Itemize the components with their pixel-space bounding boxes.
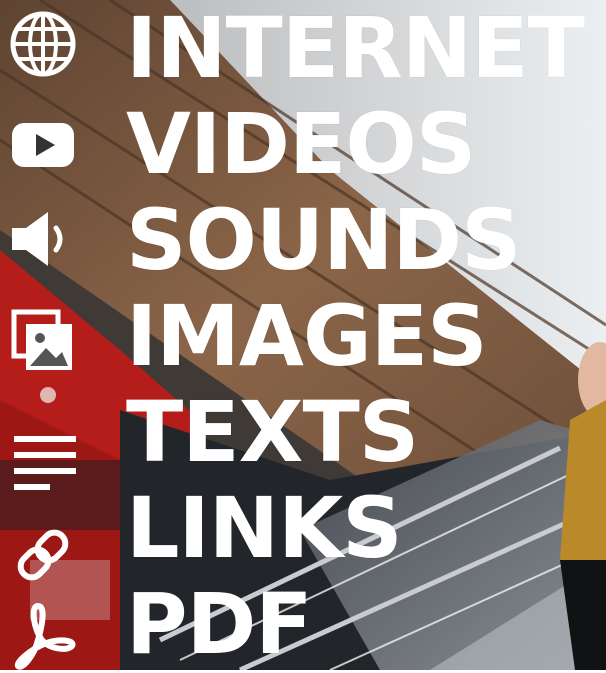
menu-item-sounds[interactable]: SOUNDS — [0, 192, 606, 288]
menu-label-internet: INTERNET — [126, 0, 585, 97]
speaker-icon — [8, 204, 78, 274]
menu-item-internet[interactable]: INTERNET — [0, 0, 606, 96]
menu-label-sounds: SOUNDS — [126, 191, 522, 289]
youtube-play-icon — [8, 109, 78, 179]
menu-label-texts: TEXTS — [126, 383, 419, 481]
menu-label-videos: VIDEOS — [126, 95, 476, 193]
menu-item-links[interactable]: LINKS — [0, 479, 606, 581]
media-type-menu: INTERNET VIDEOS SOUNDS IMAGES TEXTS LINK… — [0, 0, 606, 672]
menu-label-pdf: PDF — [126, 575, 313, 673]
menu-item-videos[interactable]: VIDEOS — [0, 96, 606, 192]
images-icon — [8, 306, 78, 376]
globe-icon — [8, 9, 78, 79]
menu-label-images: IMAGES — [126, 287, 488, 385]
pdf-icon — [8, 600, 78, 670]
menu-item-pdf[interactable]: PDF — [0, 576, 606, 672]
menu-label-links: LINKS — [126, 479, 403, 577]
menu-item-images[interactable]: IMAGES — [0, 288, 606, 384]
menu-item-texts[interactable]: TEXTS — [0, 383, 606, 490]
